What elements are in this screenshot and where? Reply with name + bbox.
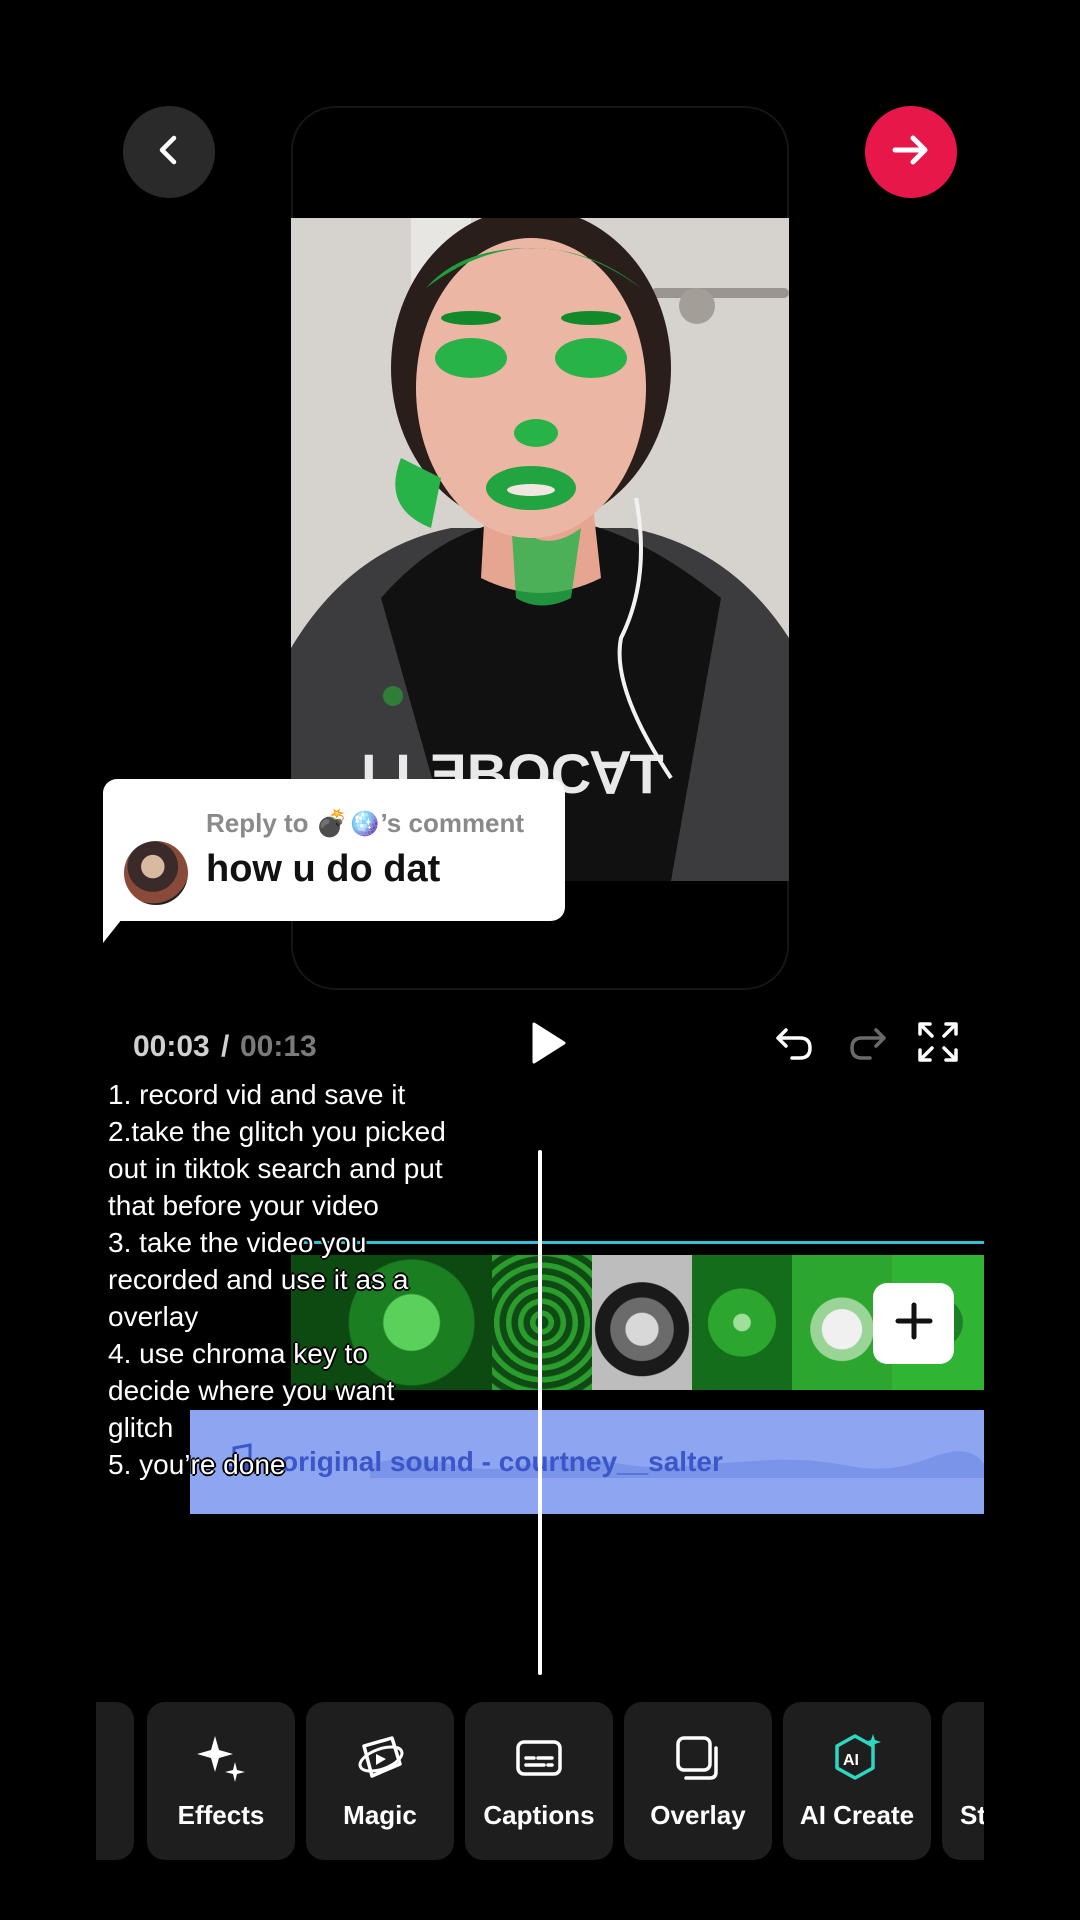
redo-icon	[846, 1028, 890, 1068]
magic-label: Magic	[343, 1800, 417, 1830]
arrow-right-icon	[889, 128, 933, 177]
total-time: 00:13	[240, 1030, 317, 1063]
avatar	[124, 841, 188, 905]
toolbar-item-partial-right[interactable]: St	[942, 1702, 984, 1860]
reply-comment-text: how u do dat	[206, 848, 441, 890]
clip-thumbnail	[492, 1255, 592, 1390]
chevron-left-icon	[149, 130, 189, 175]
time-separator: /	[221, 1030, 230, 1063]
play-icon	[522, 1022, 572, 1072]
instructions-overlay-text: 1. record vid and save it 2.take the gli…	[108, 1079, 446, 1480]
fullscreen-button[interactable]	[916, 1020, 960, 1064]
play-button[interactable]	[522, 1018, 572, 1068]
next-button[interactable]	[865, 106, 957, 198]
fullscreen-icon	[916, 1022, 960, 1068]
svg-text:AI: AI	[843, 1752, 859, 1769]
clip-thumbnail	[592, 1255, 692, 1390]
overlay-label: Overlay	[650, 1800, 746, 1830]
ai-create-label: AI Create	[799, 1800, 915, 1830]
current-time: 00:03	[133, 1030, 210, 1063]
captions-label: Captions	[483, 1800, 595, 1830]
undo-button[interactable]	[772, 1020, 816, 1064]
editing-toolbar: Effects Magic Captions Overlay AI AI Cre…	[96, 1702, 984, 1860]
ai-create-button[interactable]: AI AI Create	[783, 1702, 931, 1860]
overlay-button[interactable]: Overlay	[624, 1702, 772, 1860]
overlay-icon	[672, 1732, 724, 1784]
undo-icon	[772, 1028, 816, 1068]
partial-tool-label: St	[960, 1800, 984, 1830]
back-button[interactable]	[123, 106, 215, 198]
reply-bubble-tail	[103, 905, 133, 943]
effects-label: Effects	[177, 1800, 265, 1830]
effects-button[interactable]: Effects	[147, 1702, 295, 1860]
magic-icon	[354, 1732, 406, 1784]
toolbar-item-partial-left[interactable]	[96, 1702, 134, 1860]
magic-button[interactable]: Magic	[306, 1702, 454, 1860]
redo-button[interactable]	[846, 1020, 890, 1064]
sparkles-icon	[195, 1732, 247, 1784]
captions-icon	[513, 1732, 565, 1784]
add-clip-button[interactable]	[873, 1283, 954, 1364]
captions-button[interactable]: Captions	[465, 1702, 613, 1860]
ai-create-icon: AI	[831, 1732, 883, 1784]
clip-thumbnail	[692, 1255, 792, 1390]
plus-icon	[894, 1301, 934, 1346]
timeline-playhead[interactable]	[538, 1150, 542, 1675]
reply-to-label: Reply to 💣🪩’s comment	[206, 808, 525, 838]
